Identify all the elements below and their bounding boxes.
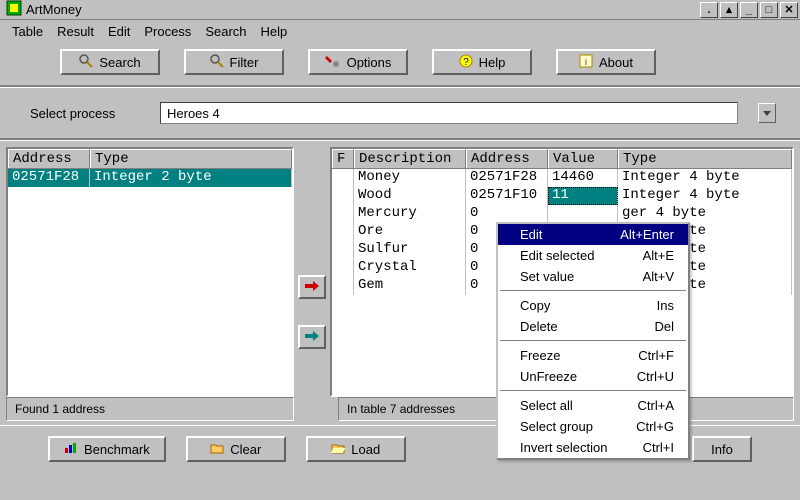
maximize-button[interactable]: □ (760, 2, 778, 18)
col-description[interactable]: Description (354, 149, 466, 168)
ctx-copy[interactable]: Copy Ins (498, 295, 688, 316)
ctx-edit-selected[interactable]: Edit selected Alt+E (498, 245, 688, 266)
about-icon: i (579, 54, 593, 71)
wrench-icon (325, 54, 341, 71)
table-header: F Description Address Value Type (332, 149, 792, 169)
arrow-right-teal-icon (305, 330, 319, 345)
chart-icon (64, 442, 78, 457)
col-address[interactable]: Address (8, 149, 90, 168)
table-row[interactable]: Money02571F2814460Integer 4 byte (332, 169, 792, 187)
magnifier-icon (79, 54, 93, 71)
folder-open-icon (331, 442, 345, 457)
arrow-right-red-icon (305, 280, 319, 295)
help-button[interactable]: ? Help (432, 49, 532, 75)
search-button[interactable]: Search (60, 49, 160, 75)
col-type[interactable]: Type (90, 149, 292, 168)
process-row: Select process Heroes 4 (0, 87, 800, 140)
ctx-set-value[interactable]: Set value Alt+V (498, 266, 688, 287)
question-icon: ? (459, 54, 473, 71)
clear-button[interactable]: Clear (186, 436, 286, 462)
about-button[interactable]: i About (556, 49, 656, 75)
menu-table[interactable]: Table (12, 24, 43, 39)
process-input[interactable]: Heroes 4 (160, 102, 738, 124)
titlebar: ArtMoney . ▴ _ □ ✕ (0, 0, 800, 20)
benchmark-button[interactable]: Benchmark (48, 436, 166, 462)
svg-text:i: i (585, 57, 587, 67)
app-icon (6, 0, 22, 19)
ctx-delete[interactable]: Delete Del (498, 316, 688, 337)
ctx-freeze[interactable]: Freeze Ctrl+F (498, 345, 688, 366)
table-row[interactable]: Wood02571F1011Integer 4 byte (332, 187, 792, 205)
filter-button[interactable]: Filter (184, 49, 284, 75)
col-f[interactable]: F (332, 149, 354, 168)
minimize-button[interactable]: _ (740, 2, 758, 18)
restore-button[interactable]: . (700, 2, 718, 18)
status-left: Found 1 address (6, 397, 294, 421)
process-label: Select process (30, 106, 140, 121)
col-type-r[interactable]: Type (618, 149, 792, 168)
ctx-unfreeze[interactable]: UnFreeze Ctrl+U (498, 366, 688, 387)
magnifier-icon (210, 54, 224, 71)
menu-edit[interactable]: Edit (108, 24, 130, 39)
ctx-edit[interactable]: Edit Alt+Enter (498, 224, 688, 245)
load-button[interactable]: Load (306, 436, 406, 462)
table-row[interactable]: Mercury0ger 4 byte (332, 205, 792, 223)
menubar: Table Result Edit Process Search Help (0, 20, 800, 43)
chevron-down-icon (763, 106, 771, 120)
move-right-red-button[interactable] (298, 275, 326, 299)
toolbar: Search Filter Options ? Help i About (0, 43, 800, 87)
window-title: ArtMoney (26, 2, 82, 17)
menu-result[interactable]: Result (57, 24, 94, 39)
svg-text:?: ? (463, 57, 469, 68)
results-header: Address Type (8, 149, 292, 169)
move-right-teal-button[interactable] (298, 325, 326, 349)
maximize-alt-button[interactable]: ▴ (720, 2, 738, 18)
close-button[interactable]: ✕ (780, 2, 798, 18)
ctx-select-group[interactable]: Select group Ctrl+G (498, 416, 688, 437)
col-address-r[interactable]: Address (466, 149, 548, 168)
results-panel: Address Type 02571F28 Integer 2 byte (6, 147, 294, 397)
ctx-invert-selection[interactable]: Invert selection Ctrl+I (498, 437, 688, 458)
context-menu: Edit Alt+Enter Edit selected Alt+E Set v… (496, 222, 690, 460)
folder-icon (210, 442, 224, 457)
menu-help[interactable]: Help (261, 24, 288, 39)
ctx-select-all[interactable]: Select all Ctrl+A (498, 395, 688, 416)
options-button[interactable]: Options (308, 49, 408, 75)
info-button[interactable]: Info (692, 436, 752, 462)
menu-search[interactable]: Search (205, 24, 246, 39)
results-row[interactable]: 02571F28 Integer 2 byte (8, 169, 292, 187)
col-value[interactable]: Value (548, 149, 618, 168)
process-dropdown-button[interactable] (758, 103, 776, 123)
menu-process[interactable]: Process (144, 24, 191, 39)
